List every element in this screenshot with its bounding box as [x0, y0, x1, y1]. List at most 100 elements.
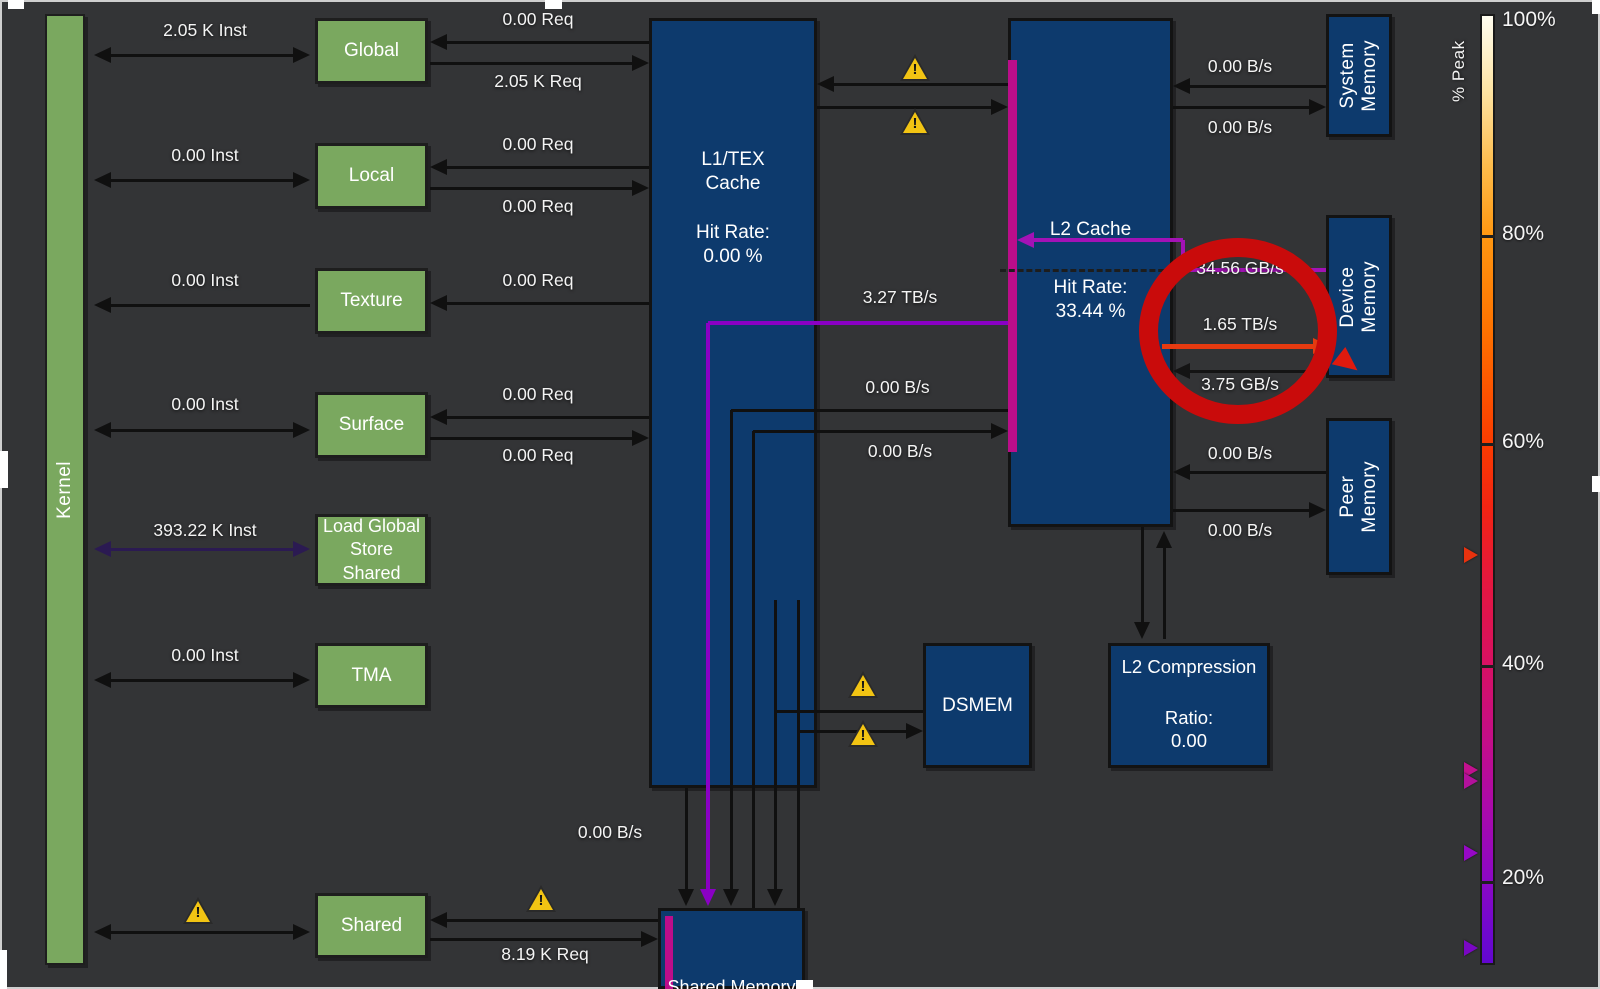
arrow-segment	[430, 62, 635, 65]
warning-icon: !	[183, 897, 213, 924]
colorbar-tick: 20%	[1502, 866, 1544, 890]
arrow-segment	[731, 409, 1008, 412]
global-label: Global	[344, 40, 399, 62]
flow-label: 393.22 K Inst	[95, 520, 315, 542]
arrow-segment	[444, 919, 658, 922]
device-memory-label: Device Memory	[1337, 261, 1381, 333]
l2-compression-ratio: Ratio: 0.00	[1108, 706, 1270, 753]
arrow-segment	[1031, 238, 1183, 242]
flow-label: 0.00 Inst	[100, 645, 310, 667]
arrow-segment	[752, 431, 755, 908]
colorbar-tick-mark	[1480, 881, 1495, 884]
arrow-segment	[706, 323, 710, 892]
shared-memory-label: Shared Memory	[658, 976, 805, 989]
node-shared[interactable]: Shared	[315, 893, 428, 958]
node-global[interactable]: Global	[315, 18, 428, 84]
arrow-segment	[430, 437, 635, 440]
surface-label: Surface	[339, 414, 404, 436]
colorbar-tick-mark	[1480, 665, 1495, 668]
colorbar-tick-mark	[1480, 443, 1495, 446]
flow-label: 0.00 B/s	[800, 441, 1000, 463]
flow-label: 0.00 B/s	[800, 377, 995, 399]
arrow-segment	[1173, 106, 1312, 109]
arrow-segment	[1187, 85, 1326, 88]
arrow-segment	[444, 302, 649, 305]
node-kernel[interactable]: Kernel	[45, 14, 85, 965]
selection-handle[interactable]	[8, 0, 24, 9]
node-l1-tex-cache[interactable]	[649, 18, 817, 788]
colorbar-marker	[1464, 940, 1478, 956]
arrow-segment	[774, 600, 777, 892]
selection-handle[interactable]	[1592, 476, 1600, 492]
arrow-segment	[1163, 545, 1166, 639]
flow-label: 2.05 K Req	[438, 71, 638, 93]
selection-handle[interactable]	[0, 451, 8, 488]
flow-label: 0.00 B/s	[555, 822, 665, 844]
l2-compression-title: L2 Compression	[1108, 655, 1270, 678]
arrow-segment	[730, 410, 733, 892]
dsmem-label: DSMEM	[942, 695, 1013, 717]
l1-hit-rate: Hit Rate: 0.00 %	[649, 221, 817, 269]
arrow-segment	[444, 416, 649, 419]
node-load-global-store-shared[interactable]: Load Global Store Shared	[315, 514, 428, 586]
l2-port-strip	[1008, 60, 1017, 452]
peer-memory-label: Peer Memory	[1337, 461, 1381, 533]
flow-label: 0.00 Req	[438, 384, 638, 406]
warning-icon: !	[848, 720, 878, 747]
colorbar-tick: 80%	[1502, 222, 1544, 246]
colorbar-title: % Peak	[1448, 16, 1469, 126]
node-texture[interactable]: Texture	[315, 268, 428, 334]
node-peer-memory[interactable]: Peer Memory	[1326, 418, 1392, 575]
node-system-memory[interactable]: System Memory	[1326, 14, 1392, 137]
system-memory-label: System Memory	[1337, 40, 1381, 112]
tma-label: TMA	[351, 665, 391, 687]
warning-icon: !	[900, 54, 930, 81]
node-surface[interactable]: Surface	[315, 392, 428, 458]
arrow-segment	[708, 321, 1008, 325]
flow-label: 0.00 B/s	[1150, 520, 1330, 542]
texture-label: Texture	[340, 290, 402, 312]
flow-label: 0.00 B/s	[1150, 56, 1330, 78]
node-local[interactable]: Local	[315, 143, 428, 209]
arrow-segment	[108, 548, 296, 551]
colorbar-tick: 100%	[1502, 8, 1556, 32]
arrow-segment	[108, 179, 296, 182]
colorbar-tick-mark	[1480, 235, 1495, 238]
arrow-segment	[1141, 527, 1144, 625]
flow-label: 0.00 Req	[438, 196, 638, 218]
selection-handle[interactable]	[796, 980, 813, 989]
arrow-segment	[430, 938, 644, 941]
l1-title: L1/TEX Cache	[649, 148, 817, 196]
arrow-segment	[108, 304, 310, 307]
colorbar-marker	[1464, 773, 1478, 789]
node-l2-cache[interactable]	[1008, 18, 1173, 527]
arrow-segment	[753, 430, 994, 433]
colorbar-marker	[1464, 845, 1478, 861]
arrow-segment	[108, 679, 296, 682]
selection-handle[interactable]	[545, 0, 562, 9]
flow-label: 0.00 Inst	[100, 270, 310, 292]
flow-label: 3.27 TB/s	[800, 287, 1000, 309]
flow-label: 8.19 K Req	[440, 944, 650, 966]
arrow-segment	[1173, 509, 1312, 512]
flow-label: 0.00 Req	[438, 270, 638, 292]
node-dsmem[interactable]: DSMEM	[923, 643, 1032, 768]
flow-label: 0.00 Req	[438, 9, 638, 31]
flow-label: 2.05 K Inst	[100, 20, 310, 42]
selection-handle[interactable]	[0, 950, 7, 989]
flow-label: 0.00 B/s	[1150, 443, 1330, 465]
arrow-segment	[1187, 471, 1326, 474]
l2-partition-divider	[1000, 269, 1173, 272]
arrow-segment	[444, 166, 649, 169]
flow-label: 0.00 Inst	[100, 394, 310, 416]
selection-handle[interactable]	[1592, 0, 1600, 14]
node-device-memory[interactable]: Device Memory	[1326, 215, 1392, 378]
memory-workload-analysis-chart: Kernel Global Local Texture Surface Load…	[0, 0, 1600, 989]
arrow-segment	[444, 41, 649, 44]
arrow-segment	[831, 83, 1008, 86]
red-circle-annotation	[1139, 238, 1337, 424]
colorbar-tick: 60%	[1502, 430, 1544, 454]
flow-label: 0.00 Req	[438, 134, 638, 156]
node-tma[interactable]: TMA	[315, 643, 428, 708]
warning-icon: !	[848, 671, 878, 698]
